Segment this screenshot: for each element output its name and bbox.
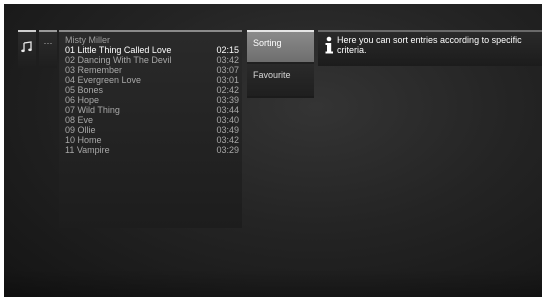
music-tab[interactable] [18, 30, 36, 68]
track-duration: 03:29 [216, 145, 239, 155]
track-duration: 02:42 [216, 85, 239, 95]
track-name: 03 Remember [65, 65, 123, 75]
track-row[interactable]: 11 Vampire 03:29 [65, 145, 239, 155]
track-duration: 03:44 [216, 105, 239, 115]
track-duration: 03:39 [216, 95, 239, 105]
track-row[interactable]: 09 Ollie 03:49 [65, 125, 239, 135]
track-name: 06 Hope [65, 95, 100, 105]
track-name: 05 Bones [65, 85, 104, 95]
track-list-panel: Misty Miller 01 Little Thing Called Love… [59, 30, 242, 228]
track-name: 01 Little Thing Called Love [65, 45, 172, 55]
track-duration: 03:49 [216, 125, 239, 135]
track-row[interactable]: 06 Hope 03:39 [65, 95, 239, 105]
favourite-label: Favourite [253, 70, 291, 80]
track-row[interactable]: 07 Wild Thing 03:44 [65, 105, 239, 115]
track-duration: 03:42 [216, 135, 239, 145]
track-name: 09 Ollie [65, 125, 96, 135]
track-row[interactable]: 03 Remember 03:07 [65, 65, 239, 75]
track-duration: 03:42 [216, 55, 239, 65]
track-row[interactable]: 10 Home 03:42 [65, 135, 239, 145]
track-name: 11 Vampire [65, 145, 110, 155]
info-text: Here you can sort entries according to s… [337, 35, 522, 55]
track-list: 01 Little Thing Called Love 02:15 02 Danci… [65, 45, 239, 155]
track-name: 07 Wild Thing [65, 105, 120, 115]
track-row[interactable]: 05 Bones 02:42 [65, 85, 239, 95]
track-name: 08 Eve [65, 115, 94, 125]
ellipsis-icon: ··· [43, 38, 53, 48]
track-name: 04 Evergreen Love [65, 75, 142, 85]
track-row[interactable]: 01 Little Thing Called Love 02:15 [65, 45, 239, 55]
options-menu: Sorting Favourite [247, 30, 314, 98]
track-row[interactable]: 08 Eve 03:40 [65, 115, 239, 125]
track-duration: 03:40 [216, 115, 239, 125]
track-duration: 03:07 [216, 65, 239, 75]
track-row[interactable]: 02 Dancing With The Devil 03:42 [65, 55, 239, 65]
track-duration: 02:15 [216, 45, 239, 55]
more-tab[interactable]: ··· [39, 30, 57, 68]
track-name: 10 Home [65, 135, 102, 145]
sorting-option[interactable]: Sorting [247, 30, 314, 62]
album-title: Misty Miller [65, 35, 110, 45]
tv-screen: ··· Misty Miller 01 Little Thing Called … [4, 4, 542, 297]
track-row[interactable]: 04 Evergreen Love 03:01 [65, 75, 239, 85]
favourite-option[interactable]: Favourite [247, 64, 314, 96]
track-name: 02 Dancing With The Devil [65, 55, 172, 65]
sorting-label: Sorting [253, 38, 282, 48]
info-panel: Here you can sort entries according to s… [318, 30, 542, 66]
music-note-icon [21, 41, 32, 53]
track-duration: 03:01 [216, 75, 239, 85]
info-icon [325, 36, 333, 54]
